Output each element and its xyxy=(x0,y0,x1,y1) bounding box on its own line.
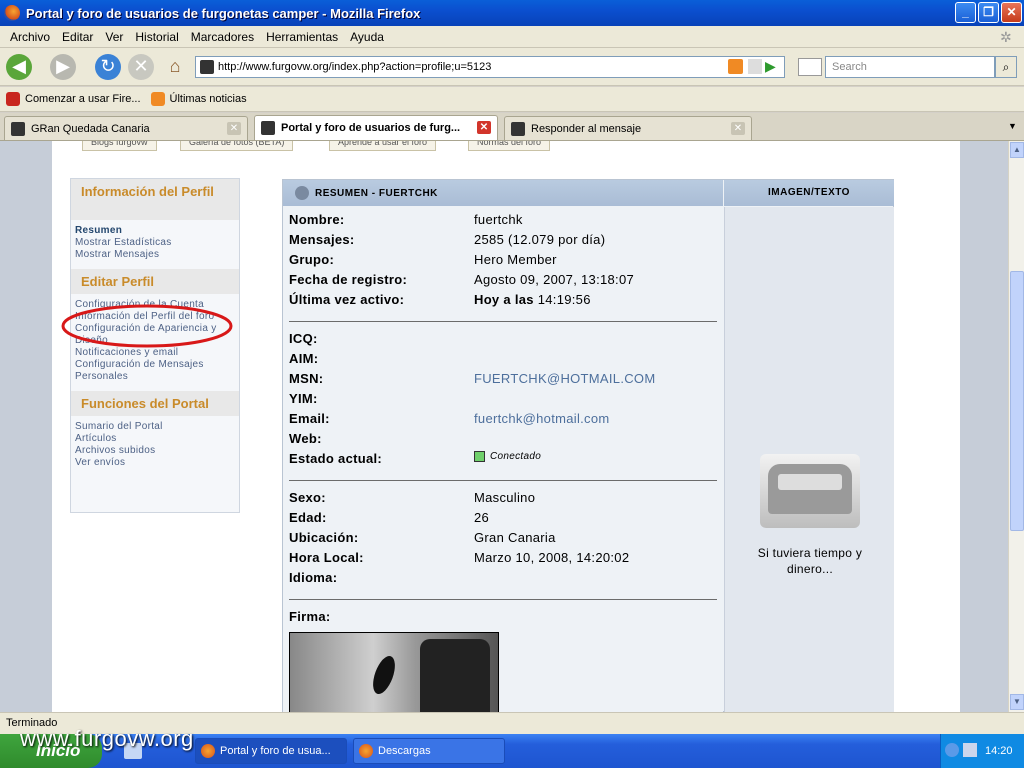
url-bar[interactable]: http://www.furgovw.org/index.php?action=… xyxy=(195,56,785,78)
menu-link-envios[interactable]: Ver envíos xyxy=(71,457,239,469)
tab-favicon xyxy=(11,121,25,136)
bookmark-getting-started[interactable]: Comenzar a usar Fire... xyxy=(6,92,141,106)
firefox-icon xyxy=(359,744,373,758)
annotation-circle xyxy=(61,304,233,348)
user-icon xyxy=(295,186,309,200)
bookmark-icon xyxy=(6,92,20,106)
section-title-informacion: Información del Perfil xyxy=(71,179,239,220)
signature-image xyxy=(289,632,499,712)
menu-editar[interactable]: Editar xyxy=(62,30,93,44)
avatar-text: Si tuviera tiempo y dinero... xyxy=(757,546,863,576)
dropdown-arrow-icon[interactable] xyxy=(748,59,762,74)
summary-header: RESUMEN - FUERTCHK xyxy=(283,180,723,206)
firefox-icon xyxy=(4,5,20,21)
search-input[interactable]: Search xyxy=(825,56,995,78)
menu-ver[interactable]: Ver xyxy=(105,30,123,44)
menu-link-mensajes-personales[interactable]: Configuración de Mensajes Personales xyxy=(71,359,239,383)
menu-link-articulos[interactable]: Artículos xyxy=(71,433,239,445)
network-icon[interactable] xyxy=(963,743,977,757)
bookmark-latest-news[interactable]: Últimas noticias xyxy=(150,92,247,106)
menu-marcadores[interactable]: Marcadores xyxy=(191,30,254,44)
tab-responder[interactable]: Responder al mensaje ✕ xyxy=(504,116,752,140)
menu-archivo[interactable]: Archivo xyxy=(10,30,50,44)
task-portal-foro[interactable]: Portal y foro de usua... xyxy=(195,738,347,764)
image-text-header: IMAGEN/TEXTO xyxy=(724,180,894,206)
scroll-up-icon[interactable]: ▲ xyxy=(1010,142,1024,158)
bookmarks-toolbar: Comenzar a usar Fire... Últimas noticias xyxy=(0,87,1024,112)
window-title: Portal y foro de usuarios de furgonetas … xyxy=(26,5,421,21)
site-favicon xyxy=(200,60,214,74)
tab-list-icon[interactable]: ▼ xyxy=(1008,121,1017,131)
reload-button[interactable]: ↻ xyxy=(95,54,121,80)
van-windshield xyxy=(778,474,842,490)
tab-favicon xyxy=(261,121,275,135)
menu-link-estadisticas[interactable]: Mostrar Estadísticas xyxy=(71,237,239,249)
title-bar: Portal y foro de usuarios de furgonetas … xyxy=(0,0,1024,26)
tab-portal-foro[interactable]: Portal y foro de usuarios de furg... ✕ xyxy=(254,115,498,140)
home-button[interactable]: ⌂ xyxy=(162,54,188,80)
menu-link-archivos[interactable]: Archivos subidos xyxy=(71,445,239,457)
firefox-icon xyxy=(201,744,215,758)
close-tab-icon[interactable]: ✕ xyxy=(227,122,241,135)
avatar-panel: Si tuviera tiempo y dinero... xyxy=(724,207,894,712)
nav-normas[interactable]: Normas del foro xyxy=(468,141,551,151)
online-status-icon xyxy=(474,451,485,462)
rss-icon xyxy=(150,92,165,106)
search-engine-icon[interactable] xyxy=(798,58,822,76)
divider xyxy=(289,480,717,481)
section-title-portal: Funciones del Portal xyxy=(71,391,239,416)
page-content: Blogs furgovw Galería de fotos (BETA) Ap… xyxy=(52,141,960,712)
clock: 14:20 xyxy=(985,745,1013,757)
maximize-button[interactable]: ❐ xyxy=(978,2,999,23)
stop-button[interactable]: ✕ xyxy=(128,54,154,80)
nav-aprende[interactable]: Aprende a usar el foro xyxy=(329,141,437,151)
divider xyxy=(289,599,717,600)
menu-herramientas[interactable]: Herramientas xyxy=(266,30,338,44)
signature-detail xyxy=(420,639,490,712)
go-button[interactable]: ▶ xyxy=(765,58,776,75)
task-descargas[interactable]: Descargas xyxy=(353,738,505,764)
menu-link-resumen[interactable]: Resumen xyxy=(71,225,239,237)
scroll-down-icon[interactable]: ▼ xyxy=(1010,694,1024,710)
tray-arrow-icon[interactable] xyxy=(945,743,959,757)
email-link[interactable]: fuertchk@hotmail.com xyxy=(474,411,610,426)
divider xyxy=(289,321,717,322)
menu-link-mensajes[interactable]: Mostrar Mensajes xyxy=(71,249,239,261)
nav-blogs[interactable]: Blogs furgovw xyxy=(82,141,157,151)
system-tray: 14:20 xyxy=(940,734,1024,768)
navigation-toolbar: ◀ ▶ ↻ ✕ ⌂ http://www.furgovw.org/index.p… xyxy=(0,48,1024,86)
page-viewport: Blogs furgovw Galería de fotos (BETA) Ap… xyxy=(0,141,1008,712)
back-button[interactable]: ◀ xyxy=(6,54,32,80)
close-tab-icon[interactable]: ✕ xyxy=(477,121,491,134)
island-silhouette xyxy=(368,653,400,697)
menu-link-sumario[interactable]: Sumario del Portal xyxy=(71,421,239,433)
watermark: www.furgovw.org xyxy=(20,726,194,751)
menu-bar: Archivo Editar Ver Historial Marcadores … xyxy=(0,26,1024,48)
close-tab-icon[interactable]: ✕ xyxy=(731,122,745,135)
menu-ayuda[interactable]: Ayuda xyxy=(350,30,384,44)
nav-galeria[interactable]: Galería de fotos (BETA) xyxy=(180,141,294,151)
profile-summary-table: RESUMEN - FUERTCHK IMAGEN/TEXTO Nombre: f… xyxy=(282,179,894,712)
tab-gran-quedada[interactable]: GRan Quedada Canaria ✕ xyxy=(4,116,248,140)
scroll-thumb[interactable] xyxy=(1010,271,1024,531)
profile-details: Nombre: fuertchk Mensajes: 2585 (12.079 po… xyxy=(283,207,723,712)
msn-link[interactable]: FUERTCHK@HOTMAIL.COM xyxy=(474,371,655,386)
section-title-editar: Editar Perfil xyxy=(71,269,239,294)
forward-button[interactable]: ▶ xyxy=(50,54,76,80)
throbber-icon: ✲ xyxy=(1000,29,1012,45)
menu-historial[interactable]: Historial xyxy=(135,30,178,44)
vertical-scrollbar[interactable]: ▲ ▼ xyxy=(1008,141,1024,712)
url-text: http://www.furgovw.org/index.php?action=… xyxy=(218,61,492,73)
tab-favicon xyxy=(511,121,525,136)
minimize-button[interactable]: _ xyxy=(955,2,976,23)
tab-bar: GRan Quedada Canaria ✕ Portal y foro de … xyxy=(0,113,1024,141)
close-button[interactable]: ✕ xyxy=(1001,2,1022,23)
avatar-image xyxy=(760,454,860,528)
rss-feed-icon[interactable] xyxy=(728,59,743,74)
search-icon[interactable]: ⌕ xyxy=(995,56,1017,78)
